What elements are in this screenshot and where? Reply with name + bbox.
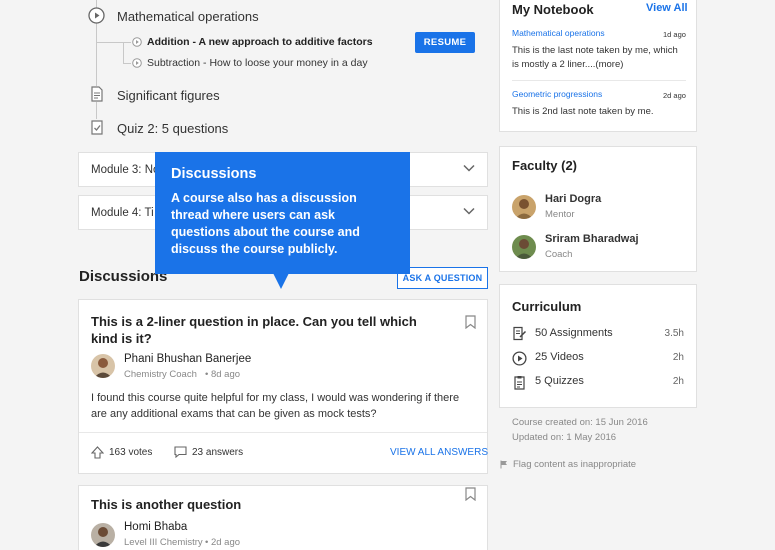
avatar: [91, 354, 115, 378]
question-card: This is a 2-liner question in place. Can…: [78, 299, 488, 474]
quiz-clipboard-icon: [90, 119, 104, 135]
question-card: This is another question Homi Bhaba Leve…: [78, 485, 488, 550]
course-created-date: Course created on: 15 Jun 2016: [512, 417, 648, 428]
timeline-branch: [96, 42, 123, 43]
answers-button[interactable]: 23 answers: [174, 446, 243, 458]
flag-content-link[interactable]: Flag content as inappropriate: [500, 459, 636, 470]
faculty-panel: Faculty (2) Hari Dogra Mentor Sriram Bha…: [499, 146, 697, 272]
author-role: Level III Chemistry: [124, 537, 203, 548]
timeline-sub-line: [123, 43, 124, 63]
tooltip-body: A course also has a discussion thread wh…: [171, 191, 360, 256]
curriculum-item-label: 50 Assignments: [535, 327, 613, 339]
avatar: [512, 235, 536, 259]
divider: [512, 80, 686, 81]
notebook-panel: My Notebook View All Mathematical operat…: [499, 0, 697, 132]
quiz-icon: [514, 376, 525, 390]
timeline-branch: [123, 42, 131, 43]
timeline-item-mathematical-operations[interactable]: Mathematical operations: [117, 9, 259, 24]
curriculum-item-label: 25 Videos: [535, 351, 584, 363]
avatar: [512, 195, 536, 219]
curriculum-item-duration: 2h: [672, 352, 684, 363]
module-3-label: Module 3: No: [91, 163, 160, 176]
chevron-down-icon: [463, 207, 475, 215]
tooltip-pointer: [273, 273, 289, 289]
avatar: [91, 523, 115, 547]
play-circle-small-icon: [132, 37, 142, 47]
post-time: • 8d ago: [205, 369, 241, 380]
note-date: 2d ago: [663, 91, 686, 100]
discussions-tooltip: Discussions A course also has a discussi…: [155, 152, 410, 274]
flag-content-label: Flag content as inappropriate: [513, 459, 637, 470]
course-updated-date: Updated on: 1 May 2016: [512, 432, 617, 443]
play-circle-icon: [88, 7, 105, 24]
faculty-name[interactable]: Hari Dogra: [545, 193, 601, 205]
curriculum-panel: Curriculum 50 Assignments 3.5h 25 Videos…: [499, 284, 697, 408]
note-date: 1d ago: [663, 30, 686, 39]
note-text[interactable]: This is 2nd last note taken by me.: [512, 105, 687, 119]
timeline-subitem-subtraction[interactable]: Subtraction - How to loose your money in…: [147, 57, 368, 69]
post-time: • 2d ago: [205, 537, 241, 548]
question-body: I found this course quite helpful for my…: [91, 392, 460, 420]
faculty-name[interactable]: Sriram Bharadwaj: [545, 233, 639, 245]
timeline-branch: [123, 63, 131, 64]
flag-icon: [500, 460, 507, 469]
bookmark-icon[interactable]: [465, 487, 476, 501]
ask-question-button[interactable]: ASK A QUESTION: [397, 267, 488, 289]
document-icon: [90, 86, 104, 102]
notebook-view-all-link[interactable]: View All: [646, 2, 688, 14]
note-topic-link[interactable]: Mathematical operations: [512, 28, 605, 38]
curriculum-item-duration: 2h: [672, 376, 684, 387]
module-4-label: Module 4: Ti: [91, 206, 154, 219]
divider: [79, 432, 487, 433]
curriculum-item-duration: 3.5h: [664, 328, 684, 339]
bookmark-icon[interactable]: [465, 315, 476, 329]
timeline-subitem-addition[interactable]: Addition - A new approach to additive fa…: [147, 36, 373, 48]
chevron-down-icon: [463, 164, 475, 172]
votes-count: 163 votes: [109, 447, 153, 458]
timeline-item-significant-figures[interactable]: Significant figures: [117, 88, 220, 103]
note-text[interactable]: This is the last note taken by me, which…: [512, 44, 687, 72]
answers-count: 23 answers: [192, 446, 244, 458]
faculty-title: Faculty (2): [512, 158, 578, 173]
tooltip-title: Discussions: [171, 166, 257, 182]
video-icon: [512, 351, 527, 366]
comment-icon: [174, 446, 187, 458]
curriculum-title: Curriculum: [512, 299, 582, 314]
author-role: Chemistry Coach: [124, 369, 197, 380]
upvote-arrow-icon: [91, 446, 104, 459]
view-all-answers-link[interactable]: VIEW ALL ANSWERS: [390, 447, 488, 458]
timeline-item-quiz-2[interactable]: Quiz 2: 5 questions: [117, 121, 228, 136]
question-title[interactable]: This is a 2-liner question in place. Can…: [91, 313, 436, 347]
note-topic-link[interactable]: Geometric progressions: [512, 89, 602, 99]
play-circle-small-icon: [132, 58, 142, 68]
assignment-icon: [513, 326, 527, 341]
question-title[interactable]: This is another question: [91, 496, 436, 513]
faculty-role: Mentor: [545, 209, 575, 220]
resume-button[interactable]: RESUME: [415, 32, 475, 53]
curriculum-item-label: 5 Quizzes: [535, 375, 584, 387]
author-name[interactable]: Homi Bhaba: [124, 521, 187, 533]
notebook-title: My Notebook: [512, 2, 594, 17]
votes-button[interactable]: 163 votes: [91, 446, 152, 459]
author-name[interactable]: Phani Bhushan Banerjee: [124, 353, 251, 365]
faculty-role: Coach: [545, 249, 573, 260]
